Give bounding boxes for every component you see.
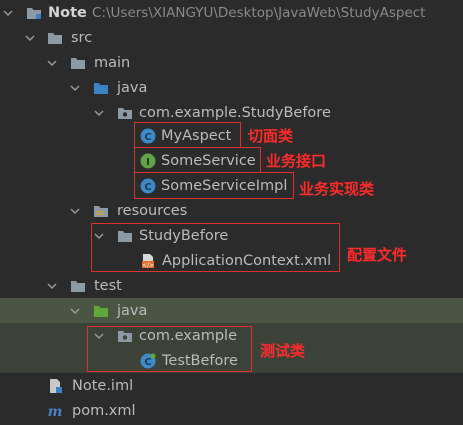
- module-folder-icon: [26, 5, 42, 21]
- chevron-down-icon[interactable]: [69, 82, 81, 94]
- chevron-down-icon[interactable]: [69, 305, 81, 317]
- test-label: test: [94, 277, 122, 294]
- annotation-interface: 业务接口: [266, 152, 327, 170]
- annotation-impl: 业务实现类: [299, 180, 375, 198]
- tree-row-root[interactable]: Note C:\Users\XIANGYU\Desktop\JavaWeb\St…: [0, 0, 463, 25]
- highlight-box-impl: [134, 172, 294, 199]
- tree-row-test[interactable]: test: [0, 273, 463, 298]
- chevron-down-icon[interactable]: [24, 32, 36, 44]
- project-name: Note: [48, 4, 87, 21]
- iml-file-icon: [47, 378, 63, 394]
- annotation-aspect: 切面类: [248, 127, 294, 145]
- highlight-box-aspect: [134, 122, 241, 148]
- java-main-label: java: [117, 79, 148, 96]
- tree-row-java-test[interactable]: java: [0, 298, 463, 323]
- test-source-folder-icon: [93, 303, 109, 319]
- main-label: main: [94, 54, 131, 71]
- folder-icon: [47, 30, 63, 46]
- chevron-down-icon[interactable]: [2, 7, 14, 19]
- highlight-box-config: [91, 223, 340, 272]
- maven-icon: m: [47, 403, 63, 419]
- source-folder-icon: [93, 80, 109, 96]
- folder-icon: [70, 55, 86, 71]
- java-test-label: java: [117, 302, 148, 319]
- chevron-down-icon[interactable]: [46, 280, 58, 292]
- tree-row-main[interactable]: main: [0, 50, 463, 75]
- resources-folder-icon: [93, 203, 109, 219]
- chevron-down-icon[interactable]: [69, 205, 81, 217]
- note-iml-label: Note.iml: [72, 377, 134, 394]
- folder-icon: [70, 278, 86, 294]
- tree-row-resources[interactable]: resources: [0, 198, 463, 223]
- src-label: src: [71, 29, 93, 46]
- annotation-test: 测试类: [260, 342, 306, 360]
- annotation-config: 配置文件: [347, 246, 408, 264]
- package-before-label: com.example.StudyBefore: [139, 104, 331, 121]
- resources-label: resources: [117, 202, 188, 219]
- tree-row-note-iml[interactable]: Note.iml: [0, 373, 463, 398]
- pom-label: pom.xml: [72, 402, 136, 419]
- svg-text:m: m: [48, 404, 63, 419]
- project-path: C:\Users\XIANGYU\Desktop\JavaWeb\StudyAs…: [92, 4, 426, 21]
- tree-row-pom[interactable]: m pom.xml: [0, 398, 463, 423]
- highlight-box-interface: [134, 147, 261, 173]
- chevron-down-icon[interactable]: [46, 57, 58, 69]
- package-icon: [117, 105, 133, 121]
- tree-row-java-main[interactable]: java: [0, 75, 463, 100]
- tree-row-src[interactable]: src: [0, 25, 463, 50]
- chevron-down-icon[interactable]: [93, 107, 105, 119]
- project-tree: Note C:\Users\XIANGYU\Desktop\JavaWeb\St…: [0, 0, 463, 425]
- highlight-box-test: [87, 326, 252, 372]
